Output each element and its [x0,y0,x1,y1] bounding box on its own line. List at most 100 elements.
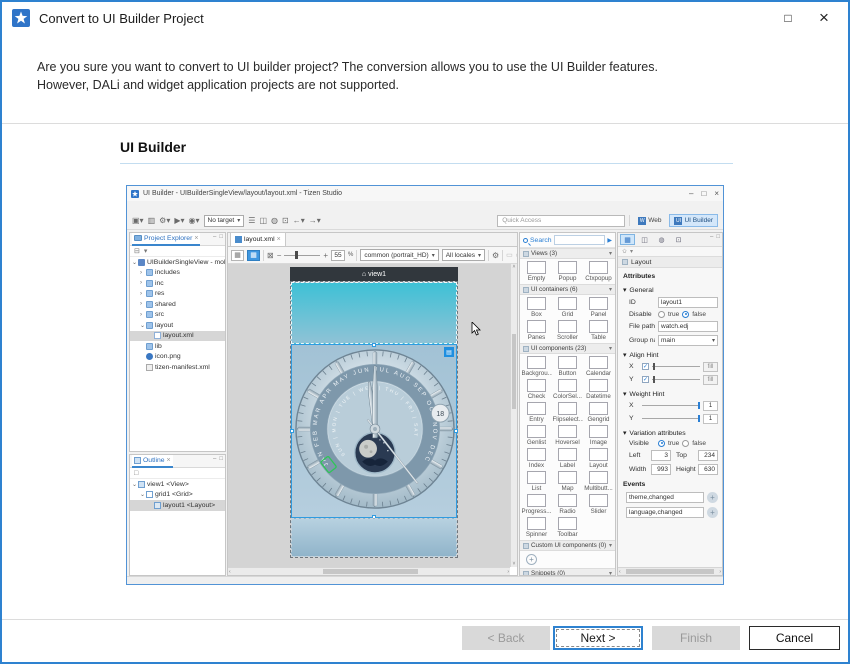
project-tree-item[interactable]: › inc [130,278,225,289]
selection-rectangle[interactable]: ▤ [291,344,457,518]
palette-item[interactable]: Gengrid [583,402,614,423]
debug-icon[interactable]: ◉▾ [189,216,200,225]
align-x-slider[interactable] [652,366,700,367]
height-field[interactable]: 630 [698,464,718,475]
palette-item[interactable]: Toolbar [552,517,583,538]
pin-icon[interactable]: ✩ [622,248,627,255]
panel-minmax-icons[interactable]: – □ [213,234,223,240]
add-custom-component-button[interactable]: + [526,554,537,565]
target-combo[interactable]: No target ▾ [204,215,245,227]
top-field[interactable]: 234 [698,450,718,461]
attributes-tab-icon[interactable]: ▦ [620,234,635,245]
settings-icon[interactable]: ⚙▾ [159,216,170,225]
add-event-icon[interactable]: + [707,507,718,518]
palette-item[interactable]: Label [552,448,583,469]
palette-section-header-snippets[interactable]: Snippets (0) ▾ [520,568,615,576]
palette-item[interactable]: Map [552,471,583,492]
palette-item[interactable]: Check [521,379,552,400]
zoom-slider-handle[interactable] [295,251,298,259]
bottom-spacer-region[interactable] [291,518,457,557]
outline-tree-item[interactable]: layout1 <Layout> [130,500,225,511]
palette-item[interactable]: Entry [521,402,552,423]
scroll-right-icon[interactable]: › [507,568,509,576]
outline-tree-item[interactable]: ⌄ grid1 <Grid> [130,490,225,501]
disable-true-radio[interactable] [658,311,665,318]
split-mode-button[interactable]: ▦ [247,250,260,261]
selection-badge-icon[interactable]: ▤ [444,347,454,357]
maximize-icon[interactable]: □ [770,4,806,32]
resolution-combo[interactable]: common (portrait_HD) ▾ [360,249,438,261]
scroll-up-icon[interactable]: ˄ [511,264,517,270]
slider-handle[interactable] [698,415,700,422]
selection-handle-left[interactable] [290,429,294,433]
tab-outline[interactable]: Outline × [132,455,173,468]
project-tree-item[interactable]: layout.xml [130,331,225,342]
project-tree-item[interactable]: › shared [130,299,225,310]
scroll-left-icon[interactable]: ‹ [619,568,621,576]
project-tree-item[interactable]: › includes [130,268,225,279]
width-field[interactable]: 993 [651,464,671,475]
chevron-down-icon[interactable]: ▾ [630,248,633,255]
palette-item[interactable]: Flipselect... [552,402,583,423]
palette-item[interactable]: ColorSel... [552,379,583,400]
design-mode-button[interactable]: ▦ [231,250,244,261]
web-perspective-button[interactable]: W Web [634,214,665,227]
slider-handle[interactable] [653,363,655,370]
weight-x-value[interactable]: 1 [703,401,718,411]
palette-item[interactable]: Panes [521,320,552,341]
event-field-theme-changed[interactable]: theme,changed [626,492,704,503]
palette-item[interactable]: Popup [552,261,583,282]
weight-hint-section-header[interactable]: ▾ Weight Hint [618,386,722,399]
weight-y-value[interactable]: 1 [703,414,718,424]
project-tree-item[interactable]: icon.png [130,352,225,363]
palette-section-header-views[interactable]: Views (3) ▾ [520,248,615,259]
preview-tab-icon[interactable]: ◫ [637,234,652,245]
lightbulb-icon[interactable]: ◍ [271,216,278,225]
palette-item[interactable]: Layout [583,448,614,469]
selection-handle-right[interactable] [454,429,458,433]
align-x-checkbox[interactable]: ✓ [642,363,649,370]
back-icon[interactable]: ←▾ [293,216,305,225]
palette-item[interactable]: Panel [583,297,614,318]
project-tree-item[interactable]: lib [130,341,225,352]
palette-item[interactable]: Datetime [583,379,614,400]
palette-item[interactable]: Genlist [521,425,552,446]
id-field[interactable]: layout1 [658,297,718,308]
new-icon[interactable]: ▣▾ [132,216,144,225]
palette-item[interactable]: Grid [552,297,583,318]
attach-tab-icon[interactable]: ◍ [654,234,669,245]
search-input[interactable] [554,235,606,245]
zoom-slider[interactable] [284,255,320,256]
properties-scrollbar-thumb[interactable] [626,569,714,574]
file-path-field[interactable]: watch.edj [658,321,718,332]
zoom-value-input[interactable]: 55 [331,250,345,261]
palette-item[interactable]: List [521,471,552,492]
maximize-panel-icon[interactable]: □ [716,234,720,240]
properties-scrollbar[interactable]: ‹ › [618,567,722,575]
run-icon[interactable]: ▶▾ [174,216,184,225]
close-tab-icon[interactable]: × [167,457,171,464]
fit-page-icon[interactable]: ⊠ [267,251,274,260]
project-tree-item[interactable]: tizen-manifest.xml [130,362,225,373]
console-icon[interactable]: ⊡ [282,216,289,225]
zoom-in-icon[interactable]: + [323,251,328,260]
palette-item[interactable]: Index [521,448,552,469]
minimize-panel-icon[interactable]: – [710,234,713,240]
align-y-slider[interactable] [652,379,700,380]
visible-false-radio[interactable] [682,440,689,447]
panel-minmax-icons[interactable]: – □ [710,234,720,240]
close-tab-icon[interactable]: × [277,236,281,243]
palette-item[interactable]: Image [583,425,614,446]
tab-layout-xml[interactable]: layout.xml × [230,232,286,246]
palette-item[interactable]: Spinner [521,517,552,538]
palette-item[interactable]: Hoversel [552,425,583,446]
palette-item[interactable]: Calendar [583,356,614,377]
save-icon[interactable]: ▥ [148,216,156,225]
layout-region[interactable]: JAN FEB MAR APR MAY JUN JUL AUG SEP OCT … [291,344,457,518]
palette-item[interactable]: Backgrou... [521,356,552,377]
next-button[interactable]: Next > [553,626,643,650]
palette-item[interactable]: Multibutt... [583,471,614,492]
minimize-panel-icon[interactable]: – [213,234,216,240]
palette-section-header-custom[interactable]: Custom UI components (0) ▾ [520,540,615,551]
project-tree-item[interactable]: › res [130,289,225,300]
